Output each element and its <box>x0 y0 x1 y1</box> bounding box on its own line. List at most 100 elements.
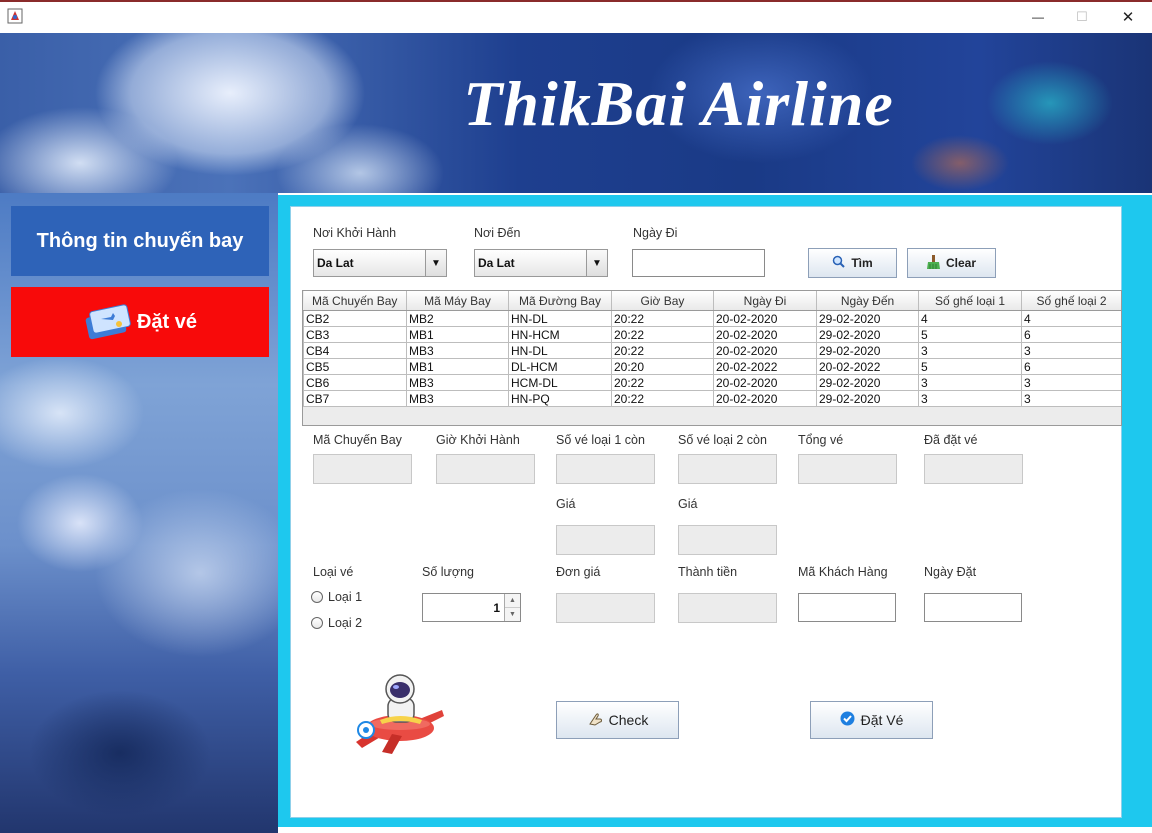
ticket-type-label: Loại vé <box>313 565 354 579</box>
table-cell: HN-DL <box>508 310 612 327</box>
minimize-button[interactable]: — <box>1016 4 1060 30</box>
chevron-down-icon[interactable]: ▼ <box>505 608 520 621</box>
table-cell: 20-02-2020 <box>713 374 817 391</box>
quantity-stepper[interactable]: 1 ▲ ▼ <box>422 593 521 622</box>
flights-table[interactable]: Mã Chuyến Bay Mã Máy Bay Mã Đường Bay Giờ B… <box>302 290 1122 426</box>
book-ticket-button[interactable]: Đặt Vé <box>810 701 933 739</box>
column-header[interactable]: Giờ Bay <box>611 291 714 311</box>
table-cell: HN-DL <box>508 342 612 359</box>
radio-button[interactable] <box>311 617 323 629</box>
table-cell: 6 <box>1021 358 1121 375</box>
column-header[interactable]: Số ghế loại 1 <box>918 291 1022 311</box>
table-row[interactable]: CB7 MB3 HN-PQ 20:22 20-02-2020 29-02-2020 3 3 <box>303 390 1121 407</box>
column-header[interactable]: Số ghế loại 2 <box>1021 291 1121 311</box>
column-header[interactable]: Mã Chuyến Bay <box>303 291 407 311</box>
table-cell: 3 <box>1021 390 1121 407</box>
clear-button[interactable]: Clear <box>907 248 996 278</box>
table-cell: HCM-DL <box>508 374 612 391</box>
subtotal-field <box>678 593 777 623</box>
depart-time-label: Giờ Khởi Hành <box>436 433 520 447</box>
table-row[interactable]: CB4 MB3 HN-DL 20:22 20-02-2020 29-02-2020 3 3 <box>303 342 1121 359</box>
type2-remaining-field <box>678 454 777 484</box>
column-header[interactable]: Ngày Đi <box>713 291 817 311</box>
table-cell: 20-02-2022 <box>816 358 919 375</box>
maximize-button[interactable]: ☐ <box>1060 4 1104 30</box>
table-cell: 20:22 <box>611 310 714 327</box>
find-button-label: Tìm <box>851 256 873 270</box>
table-cell: 20:20 <box>611 358 714 375</box>
table-cell: 20:22 <box>611 342 714 359</box>
table-cell: 20-02-2020 <box>713 342 817 359</box>
table-cell: HN-PQ <box>508 390 612 407</box>
quantity-label: Số lượng <box>422 565 475 579</box>
type2-radio-label: Loại 2 <box>328 616 363 630</box>
date-input[interactable] <box>632 249 765 277</box>
check-button-label: Check <box>608 712 649 728</box>
price1-label: Giá <box>556 497 576 511</box>
maximize-icon: ☐ <box>1076 9 1088 24</box>
check-button[interactable]: Check <box>556 701 679 739</box>
table-cell: MB1 <box>406 326 509 343</box>
table-cell: 20:22 <box>611 326 714 343</box>
radio-button[interactable] <box>311 591 323 603</box>
book-ticket-button-label: Đặt Vé <box>860 712 904 728</box>
hand-pointer-icon <box>587 711 603 730</box>
table-row[interactable]: CB3 MB1 HN-HCM 20:22 20-02-2020 29-02-2020 5 6 <box>303 326 1121 343</box>
close-button[interactable]: ✕ <box>1106 4 1150 30</box>
table-cell: 3 <box>1021 374 1121 391</box>
broom-icon <box>926 254 940 272</box>
price1-field <box>556 525 655 555</box>
table-cell: 3 <box>918 390 1022 407</box>
customer-id-input[interactable] <box>798 593 896 622</box>
close-icon: ✕ <box>1121 9 1135 26</box>
to-label: Nơi Đến <box>474 226 521 240</box>
astronaut-plane-icon <box>352 672 452 758</box>
subtotal-label: Thành tiền <box>678 565 738 579</box>
chevron-up-icon[interactable]: ▲ <box>505 594 520 608</box>
sidebar-item-flight-info[interactable]: Thông tin chuyến bay <box>11 206 269 276</box>
table-cell: 20-02-2020 <box>713 310 817 327</box>
window-titlebar <box>0 0 1152 33</box>
table-row[interactable]: CB6 MB3 HCM-DL 20:22 20-02-2020 29-02-2020 3 3 <box>303 374 1121 391</box>
table-cell: 29-02-2020 <box>816 326 919 343</box>
date-label: Ngày Đi <box>633 226 678 240</box>
type2-radio[interactable]: Loại 2 <box>311 616 362 630</box>
chevron-down-icon[interactable]: ▼ <box>586 250 607 276</box>
sidebar-item-label: Thông tin chuyến bay <box>36 229 244 252</box>
table-cell: MB3 <box>406 390 509 407</box>
depart-time-field <box>436 454 535 484</box>
from-select[interactable]: Da Lat ▼ <box>313 249 447 277</box>
from-label: Nơi Khởi Hành <box>313 226 397 240</box>
unit-price-label: Đơn giá <box>556 565 601 579</box>
stepper-buttons: ▲ ▼ <box>504 594 520 621</box>
check-circle-icon <box>840 711 855 729</box>
table-cell: MB3 <box>406 342 509 359</box>
table-cell: CB2 <box>303 310 407 327</box>
table-cell: 6 <box>1021 326 1121 343</box>
column-header[interactable]: Ngày Đến <box>816 291 919 311</box>
customer-id-label: Mã Khách Hàng <box>798 565 888 579</box>
ticket-icon <box>83 302 133 342</box>
table-cell: 3 <box>918 342 1022 359</box>
table-cell: MB3 <box>406 374 509 391</box>
price2-label: Giá <box>678 497 698 511</box>
type1-radio[interactable]: Loại 1 <box>311 590 362 604</box>
column-header[interactable]: Mã Đường Bay <box>508 291 612 311</box>
table-cell: 5 <box>918 326 1022 343</box>
minimize-icon: — <box>1032 10 1044 24</box>
sidebar-item-booking[interactable]: Đặt vé <box>11 287 269 357</box>
type1-remaining-field <box>556 454 655 484</box>
find-button[interactable]: Tìm <box>808 248 897 278</box>
table-row[interactable]: CB2 MB2 HN-DL 20:22 20-02-2020 29-02-2020 4 4 <box>303 310 1121 327</box>
table-row[interactable]: CB5 MB1 DL-HCM 20:20 20-02-2022 20-02-2022 5 6 <box>303 358 1121 375</box>
flight-code-label: Mã Chuyến Bay <box>313 433 402 447</box>
table-cell: CB3 <box>303 326 407 343</box>
book-date-label: Ngày Đặt <box>924 565 977 579</box>
book-date-input[interactable] <box>924 593 1022 622</box>
type1-radio-label: Loại 1 <box>328 590 363 604</box>
chevron-down-icon[interactable]: ▼ <box>425 250 446 276</box>
unit-price-field <box>556 593 655 623</box>
table-header-row: Mã Chuyến Bay Mã Máy Bay Mã Đường Bay Giờ B… <box>303 291 1121 311</box>
to-select[interactable]: Da Lat ▼ <box>474 249 608 277</box>
column-header[interactable]: Mã Máy Bay <box>406 291 509 311</box>
